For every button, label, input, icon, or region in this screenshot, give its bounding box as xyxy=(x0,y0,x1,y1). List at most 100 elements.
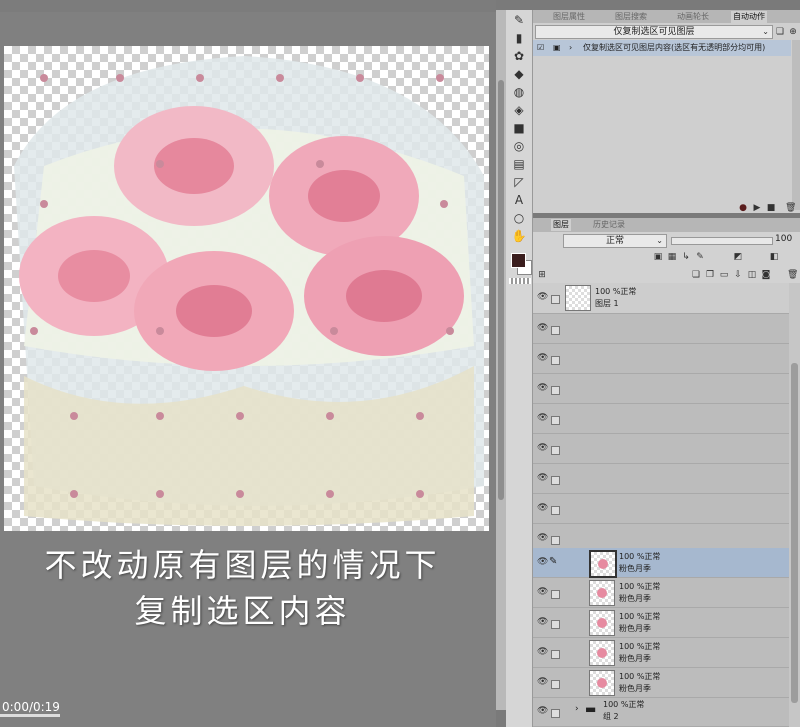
foreground-color-swatch[interactable] xyxy=(511,253,526,268)
layer-row[interactable]: 👁 100 %正常 粉色月季 xyxy=(533,608,789,638)
settings-icon[interactable]: ✿ xyxy=(509,48,529,64)
stop-icon[interactable]: ■ xyxy=(766,203,776,213)
eye-icon[interactable]: 👁 xyxy=(537,413,548,423)
eye-icon[interactable]: 👁 xyxy=(537,587,548,597)
video-progress-bar[interactable] xyxy=(0,714,60,717)
canvas-vertical-scrollbar[interactable] xyxy=(496,10,506,710)
lock-checkbox[interactable] xyxy=(551,446,560,455)
clip-icon[interactable]: ↳ xyxy=(681,252,691,262)
canvas-area[interactable]: 不改动原有图层的情况下 复制选区内容 0:00/0:19 xyxy=(0,0,496,727)
new-folder-icon[interactable]: ▭ xyxy=(719,270,729,280)
action-set-select[interactable]: 仅复制选区可见图层 ⌄ xyxy=(535,25,773,39)
lock-checkbox[interactable] xyxy=(551,476,560,485)
eye-icon[interactable]: 👁 xyxy=(537,557,548,567)
transparent-color-swatch[interactable] xyxy=(509,278,531,284)
lock-checkbox[interactable] xyxy=(551,620,560,629)
delete-layer-icon[interactable]: 🗑 xyxy=(787,270,798,280)
lasso-icon[interactable]: ◎ xyxy=(509,138,529,154)
color-icon[interactable]: ◧ xyxy=(769,252,779,262)
text-icon[interactable]: A xyxy=(509,192,529,208)
blend-mode-select[interactable]: 正常 ⌄ xyxy=(563,234,667,248)
layer-row[interactable]: 👁 100 %正常 图层 1 xyxy=(533,283,789,314)
lock-checkbox[interactable] xyxy=(551,326,560,335)
eye-icon[interactable]: 👁 xyxy=(537,383,548,393)
layer-row-selected[interactable]: 👁 ✎ 100 %正常 粉色月季 xyxy=(533,548,789,578)
blend-icon[interactable]: ◍ xyxy=(509,84,529,100)
fill-icon[interactable]: ◈ xyxy=(509,102,529,118)
action-scrollbar[interactable] xyxy=(792,40,800,210)
eye-icon[interactable]: 👁 xyxy=(537,473,548,483)
new-vector-layer-icon[interactable]: ❐ xyxy=(705,270,715,280)
eye-icon[interactable]: 👁 xyxy=(537,677,548,687)
checkbox-checked-icon[interactable]: ☑ xyxy=(537,40,544,56)
lock-checkbox[interactable] xyxy=(551,536,560,545)
lock-checkbox[interactable] xyxy=(551,650,560,659)
lock-checkbox[interactable] xyxy=(551,590,560,599)
lock-checkbox[interactable] xyxy=(551,416,560,425)
lock-checkbox[interactable] xyxy=(551,680,560,689)
new-raster-layer-icon[interactable]: ❏ xyxy=(691,270,701,280)
lock-icon[interactable]: ▣ xyxy=(653,252,663,262)
lock-checkbox[interactable] xyxy=(551,356,560,365)
panel-menu-icon[interactable]: ⊞ xyxy=(537,270,547,280)
lock-checkbox[interactable] xyxy=(551,386,560,395)
layer-row-empty[interactable]: 👁 xyxy=(533,404,789,434)
lock-checkbox[interactable] xyxy=(551,709,560,718)
layer-row[interactable]: 👁 100 %正常 粉色月季 xyxy=(533,668,789,698)
transparent-canvas[interactable] xyxy=(4,46,489,531)
layer-move-icon[interactable]: ▤ xyxy=(509,156,529,172)
layer-row-empty[interactable]: 👁 xyxy=(533,344,789,374)
eye-icon[interactable]: 👁 xyxy=(537,443,548,453)
balloon-icon[interactable]: ○ xyxy=(509,210,529,226)
eye-icon[interactable]: 👁 xyxy=(537,533,548,543)
tab-auto-action[interactable]: 自动动作 xyxy=(731,11,767,23)
opacity-value[interactable]: 100 xyxy=(775,234,792,244)
layer-folder-row[interactable]: 👁 › ▬ 100 %正常 组 2 xyxy=(533,698,789,727)
layer-row-empty[interactable]: 👁 xyxy=(533,494,789,524)
eye-icon[interactable]: 👁 xyxy=(537,706,548,716)
eye-icon[interactable]: 👁 xyxy=(537,503,548,513)
eye-icon[interactable]: 👁 xyxy=(537,617,548,627)
pen-icon[interactable]: ✎ xyxy=(509,12,529,28)
gradient-icon[interactable]: ■ xyxy=(509,120,529,136)
lock-checkbox[interactable] xyxy=(551,506,560,515)
add-set-icon[interactable]: ⊕ xyxy=(788,27,798,37)
merge-down-icon[interactable]: ⇩ xyxy=(733,270,743,280)
layer-row-empty[interactable]: 👁 xyxy=(533,314,789,344)
layer-row[interactable]: 👁 100 %正常 粉色月季 xyxy=(533,638,789,668)
eye-icon[interactable]: 👁 xyxy=(537,292,548,302)
new-set-icon[interactable]: ❏ xyxy=(775,27,785,37)
tab-animation[interactable]: 动画轮长 xyxy=(675,11,711,23)
tab-layer-property[interactable]: 图层属性 xyxy=(551,11,587,23)
eye-icon[interactable]: 👁 xyxy=(537,647,548,657)
record-icon[interactable]: ● xyxy=(738,203,748,213)
play-icon[interactable]: ▶ xyxy=(752,203,762,213)
layer-row-empty[interactable]: 👁 xyxy=(533,374,789,404)
marker-icon[interactable]: ▮ xyxy=(509,30,529,46)
layer-row[interactable]: 👁 100 %正常 粉色月季 xyxy=(533,578,789,608)
reference-icon[interactable]: ✎ xyxy=(695,252,705,262)
palette-icon[interactable]: ◩ xyxy=(733,252,743,262)
layer-row-empty[interactable]: 👁 xyxy=(533,464,789,494)
layer-scrollbar[interactable] xyxy=(789,283,800,727)
eye-icon[interactable]: 👁 xyxy=(537,353,548,363)
hand-icon[interactable]: ✋ xyxy=(509,228,529,244)
ruler-icon[interactable]: ◸ xyxy=(509,174,529,190)
chevron-right-icon[interactable]: › xyxy=(575,704,579,714)
eye-icon[interactable]: 👁 xyxy=(537,323,548,333)
scroll-thumb[interactable] xyxy=(791,363,798,703)
lock-checkbox[interactable] xyxy=(551,295,560,304)
action-item[interactable]: ☑ ▣ › 仅复制选区可见图层内容(选区有无透明部分均可用) xyxy=(533,40,791,56)
tab-history[interactable]: 历史记录 xyxy=(591,219,627,231)
layer-mask-icon[interactable]: ◙ xyxy=(761,270,771,280)
chevron-right-icon[interactable]: › xyxy=(569,40,572,56)
scroll-thumb[interactable] xyxy=(498,80,504,500)
eraser-icon[interactable]: ◆ xyxy=(509,66,529,82)
tab-layers[interactable]: 图层 xyxy=(551,219,571,231)
trash-icon[interactable]: 🗑 xyxy=(785,203,796,213)
mask-icon[interactable]: ◫ xyxy=(747,270,757,280)
layer-row-empty[interactable]: 👁 xyxy=(533,434,789,464)
tab-layer-search[interactable]: 图层搜索 xyxy=(613,11,649,23)
opacity-slider[interactable] xyxy=(671,237,773,245)
lock-transparent-icon[interactable]: ▦ xyxy=(667,252,677,262)
